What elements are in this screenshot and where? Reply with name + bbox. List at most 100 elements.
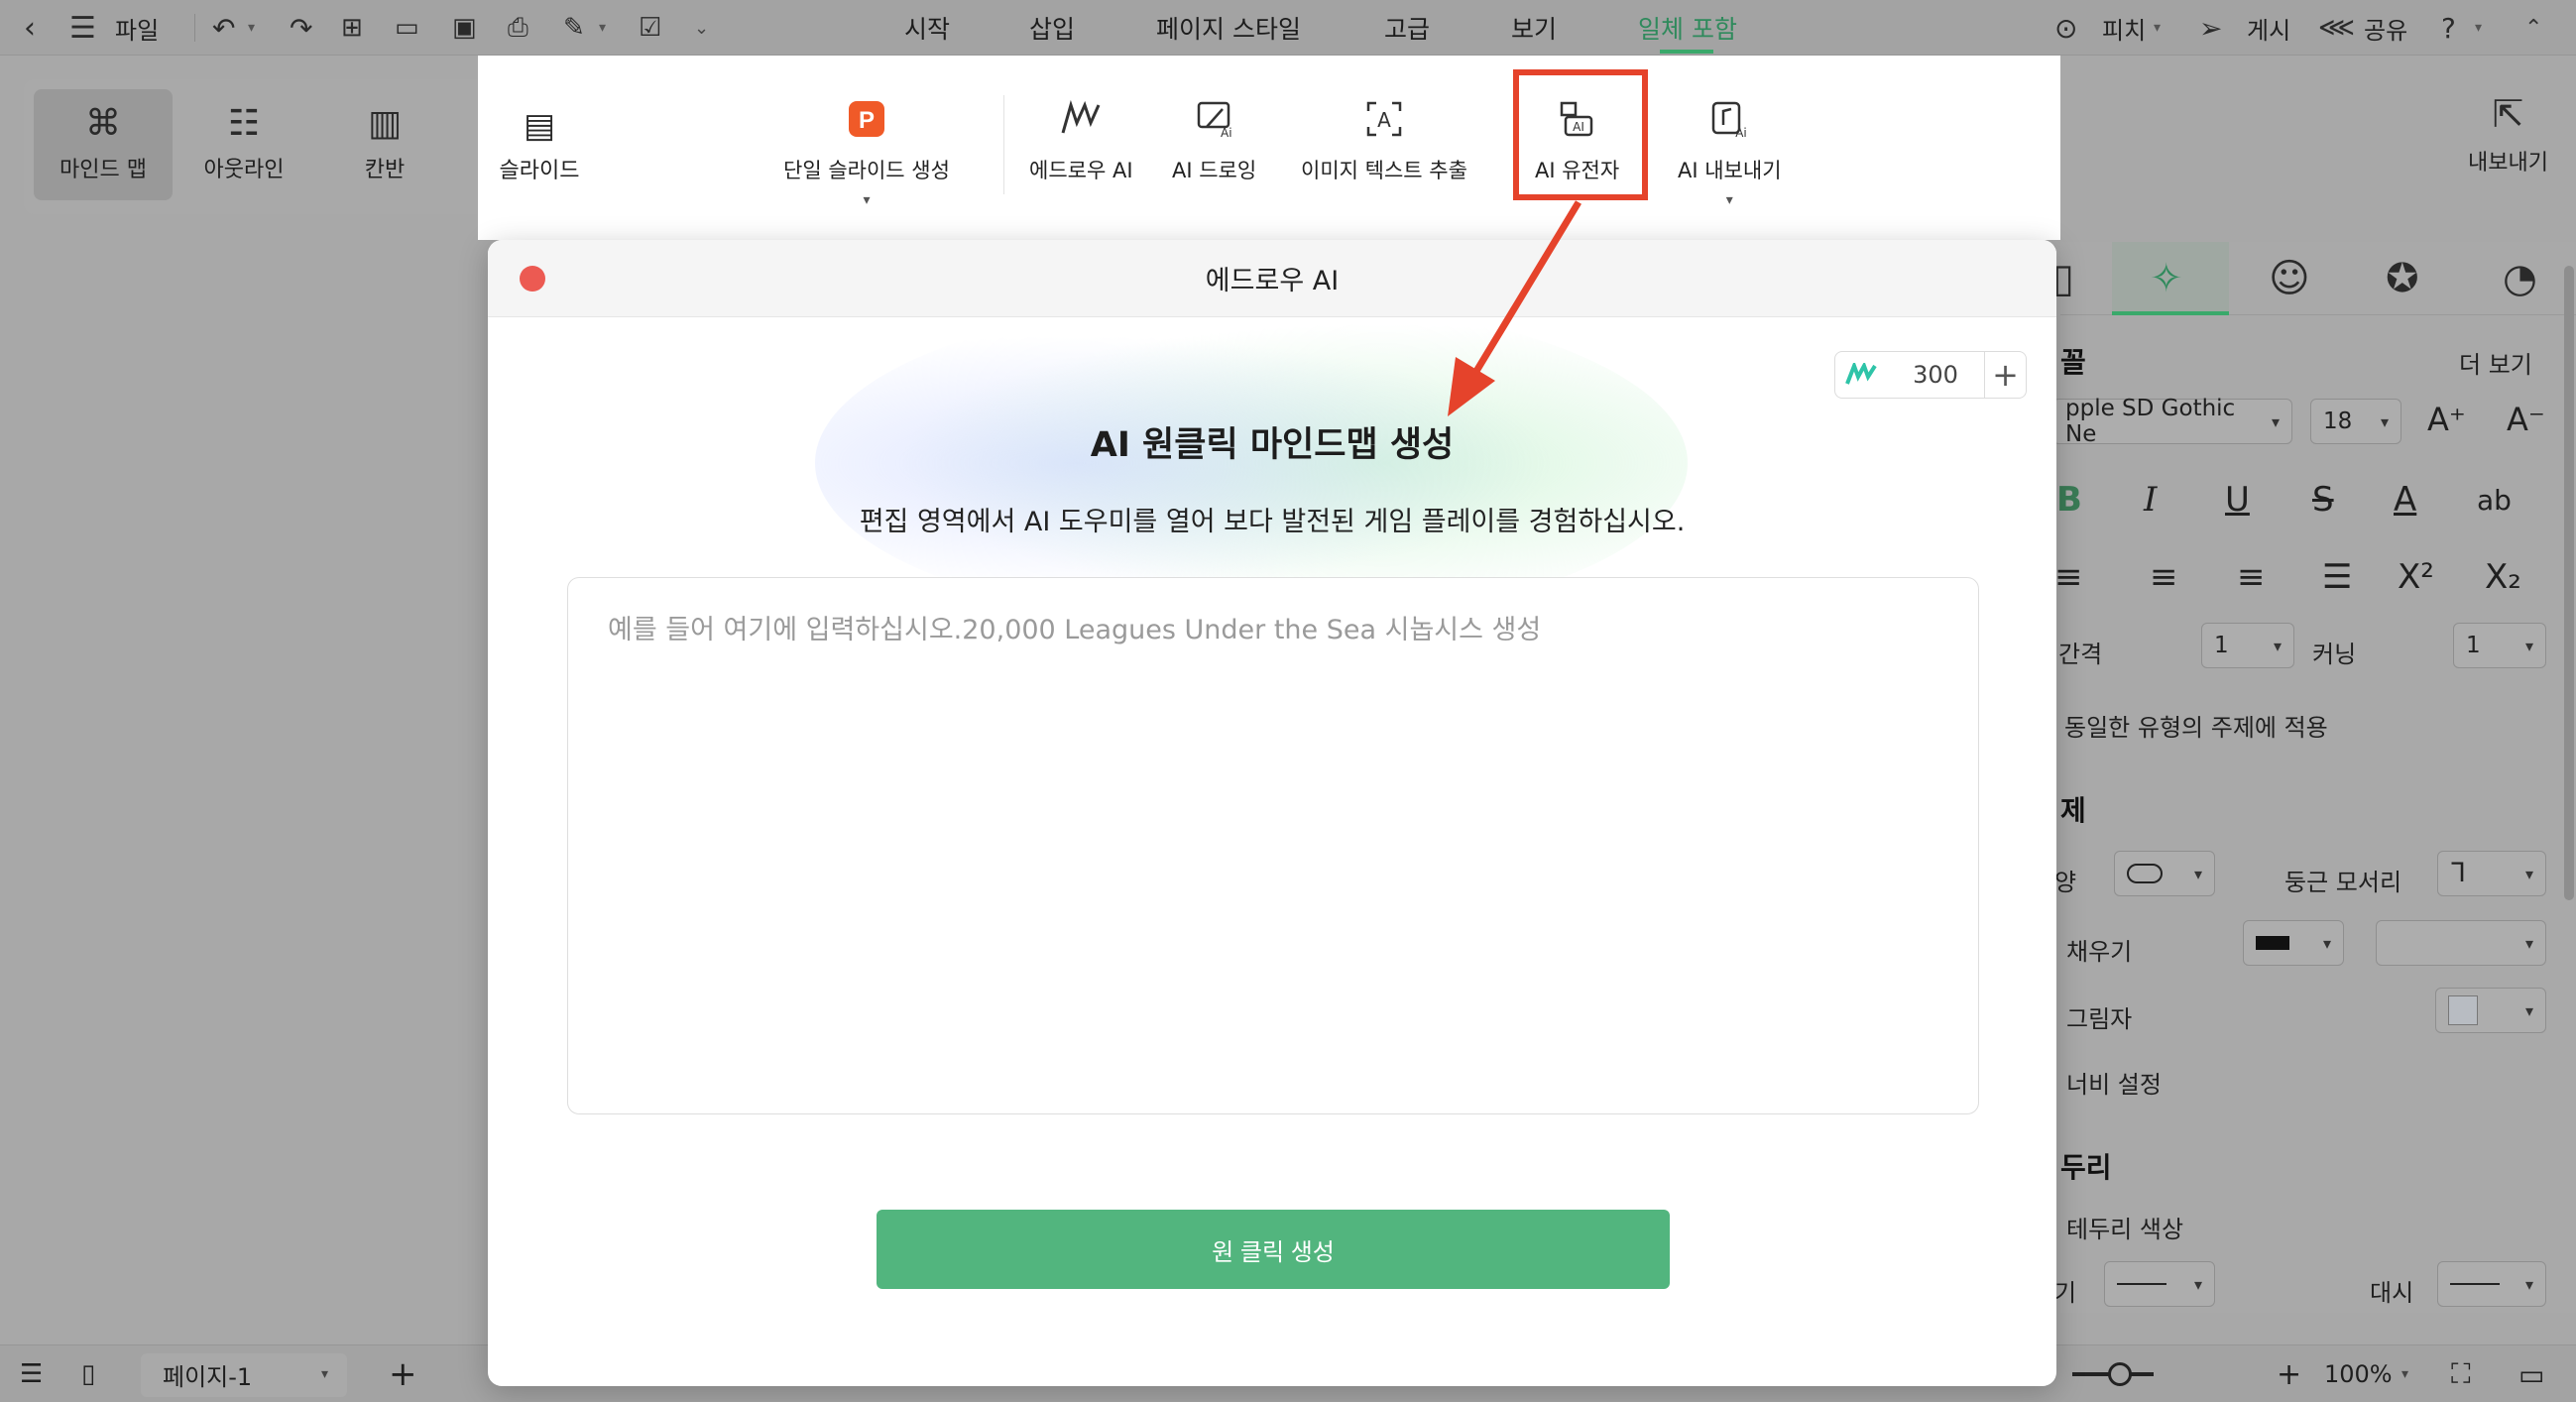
theme-icon[interactable]: ✪ bbox=[2386, 256, 2419, 301]
text-extract-label: 이미지 텍스트 추출 bbox=[1301, 159, 1467, 182]
caret-down-icon: ▾ bbox=[1725, 192, 1733, 208]
pitch-dropdown-icon[interactable]: ▾ bbox=[2154, 0, 2161, 56]
history-icon[interactable]: ◔ bbox=[2503, 256, 2537, 301]
font-family-value: pple SD Gothic Ne bbox=[2065, 396, 2236, 447]
underline-icon[interactable]: U bbox=[2225, 480, 2250, 520]
italic-icon[interactable]: I bbox=[2144, 480, 2157, 520]
ai-drawing-button[interactable]: Ai AI 드로잉 bbox=[1172, 95, 1256, 184]
spacing-select[interactable]: 1 ▾ bbox=[2201, 623, 2294, 668]
menu-view[interactable]: 보기 bbox=[1511, 0, 1557, 56]
menu-ai[interactable]: 일체 포함 bbox=[1638, 0, 1737, 56]
one-click-generate-button[interactable]: 원 클릭 생성 bbox=[877, 1210, 1670, 1289]
ai-export-label: AI 내보내기 bbox=[1678, 159, 1782, 182]
menu-advanced[interactable]: 고급 bbox=[1384, 0, 1430, 56]
publish-button[interactable]: 게시 bbox=[2247, 0, 2290, 56]
export-button[interactable]: ⇱ 내보내기 bbox=[2468, 95, 2548, 176]
add-credits-button[interactable]: + bbox=[1984, 352, 2026, 398]
undo-dropdown-icon[interactable]: ▾ bbox=[248, 0, 255, 56]
save-icon[interactable]: ▣ bbox=[452, 0, 477, 56]
font-shrink-icon[interactable]: A⁻ bbox=[2507, 401, 2545, 438]
undo-icon[interactable]: ↶ bbox=[212, 0, 235, 56]
export-dropdown-icon[interactable]: ▾ bbox=[599, 0, 606, 56]
font-color-icon[interactable]: A bbox=[2394, 480, 2416, 520]
add-page-icon[interactable]: + bbox=[389, 1345, 417, 1402]
caret-down-icon: ▾ bbox=[863, 192, 871, 208]
superscript-icon[interactable]: X² bbox=[2398, 557, 2434, 597]
fullscreen-icon[interactable]: ▭ bbox=[2518, 1345, 2544, 1402]
open-folder-icon[interactable]: ▭ bbox=[395, 0, 419, 56]
rounded-rect-icon bbox=[2127, 864, 2163, 883]
justify-icon[interactable]: ☰ bbox=[2322, 557, 2352, 597]
sticker-icon[interactable]: ☺ bbox=[2269, 256, 2310, 301]
thickness-select[interactable]: ▾ bbox=[2104, 1261, 2215, 1307]
file-menu[interactable]: 파일 bbox=[115, 0, 159, 56]
menu-start[interactable]: 시작 bbox=[904, 0, 950, 56]
shape-select[interactable]: ▾ bbox=[2114, 851, 2215, 896]
page-panel-icon[interactable]: ▯ bbox=[81, 1345, 95, 1402]
zoom-dropdown-icon[interactable]: ▾ bbox=[2401, 1345, 2408, 1402]
subscript-icon[interactable]: X₂ bbox=[2485, 557, 2521, 597]
align-right-icon[interactable]: ≡ bbox=[2237, 557, 2266, 597]
pitch-button[interactable]: 피치 bbox=[2102, 0, 2146, 56]
print-icon[interactable]: ⎙ bbox=[508, 0, 528, 56]
more-chevron-icon[interactable]: ⌄ bbox=[694, 0, 709, 56]
menu-page-style[interactable]: 페이지 스타일 bbox=[1156, 0, 1301, 56]
zoom-slider-handle[interactable] bbox=[2108, 1362, 2132, 1386]
shadow-select[interactable]: ▾ bbox=[2435, 988, 2546, 1033]
page-name[interactable]: 페이지-1 bbox=[163, 1345, 252, 1402]
share-button[interactable]: 공유 bbox=[2364, 0, 2407, 56]
dash-select[interactable]: ▾ bbox=[2437, 1261, 2546, 1307]
back-icon[interactable]: ‹ bbox=[24, 0, 36, 56]
page-dropdown-icon[interactable]: ▾ bbox=[321, 1345, 328, 1402]
more-link[interactable]: 더 보기 bbox=[2459, 345, 2532, 380]
share-icon[interactable]: ⋘ bbox=[2318, 0, 2355, 56]
font-family-select[interactable]: pple SD Gothic Ne ▾ bbox=[2052, 396, 2292, 447]
sparkle-icon[interactable]: ✧ bbox=[2150, 256, 2183, 301]
view-kanban-label: 칸반 bbox=[364, 158, 406, 182]
collapse-icon[interactable]: ⌃ bbox=[2524, 0, 2542, 56]
strikethrough-icon[interactable]: S bbox=[2312, 480, 2334, 520]
redo-icon[interactable]: ↷ bbox=[290, 0, 312, 56]
menu-insert[interactable]: 삽입 bbox=[1029, 0, 1075, 56]
font-size-select[interactable]: 18 ▾ bbox=[2310, 399, 2401, 444]
view-slide-button[interactable]: ▤ 슬라이드 bbox=[478, 79, 601, 214]
slide-app-icon: P bbox=[843, 95, 890, 143]
view-mindmap-button[interactable]: ⌘ 마인드 맵 bbox=[34, 89, 173, 200]
ai-drawing-icon: Ai bbox=[1191, 95, 1238, 143]
view-outline-button[interactable]: ☷ 아웃라인 bbox=[175, 89, 313, 200]
highlight-icon[interactable]: ab bbox=[2477, 484, 2512, 517]
kerning-select[interactable]: 1 ▾ bbox=[2453, 623, 2546, 668]
prompt-input[interactable] bbox=[567, 577, 1979, 1114]
image-text-extract-button[interactable]: A 이미지 텍스트 추출 bbox=[1301, 95, 1467, 184]
close-button[interactable] bbox=[520, 266, 545, 292]
fill-color-select[interactable]: ▾ bbox=[2243, 920, 2344, 966]
zoom-in-icon[interactable]: + bbox=[2277, 1345, 2301, 1402]
bold-icon[interactable]: B bbox=[2056, 480, 2082, 520]
help-dropdown-icon[interactable]: ▾ bbox=[2475, 0, 2482, 56]
panel-scrollbar[interactable] bbox=[2564, 266, 2574, 900]
spacing-value: 1 bbox=[2214, 633, 2229, 658]
ai-export-button[interactable]: Ai AI 내보내기 ▾ bbox=[1678, 95, 1782, 208]
fit-screen-icon[interactable]: ⛶ bbox=[2451, 1345, 2471, 1402]
top-toolbar: ‹ ☰ 파일 ↶ ▾ ↷ ⊞ ▭ ▣ ⎙ ✎ ▾ ☑ ⌄ 시작 삽입 페이지 스… bbox=[0, 0, 2576, 56]
align-center-icon[interactable]: ≡ bbox=[2150, 557, 2178, 597]
pitch-play-icon[interactable]: ⊙ bbox=[2054, 0, 2077, 56]
check-icon[interactable]: ☑ bbox=[639, 0, 661, 56]
new-file-icon[interactable]: ⊞ bbox=[341, 0, 363, 56]
help-icon[interactable]: ? bbox=[2441, 0, 2456, 56]
zoom-level[interactable]: 100% bbox=[2324, 1345, 2393, 1402]
single-slide-generate-button[interactable]: P 단일 슬라이드 생성 ▾ bbox=[783, 95, 950, 208]
outline-view-icon[interactable]: ☰ bbox=[20, 1345, 43, 1402]
edraw-ai-button[interactable]: 에드로우 AI bbox=[1029, 95, 1133, 184]
ai-export-icon: Ai bbox=[1705, 95, 1753, 143]
publish-icon[interactable]: ➢ bbox=[2199, 0, 2222, 56]
align-left-icon[interactable]: ≡ bbox=[2054, 557, 2083, 597]
menu-icon[interactable]: ☰ bbox=[69, 0, 96, 56]
font-grow-icon[interactable]: A⁺ bbox=[2427, 401, 2466, 438]
apply-same-type-checkbox[interactable]: 동일한 유형의 주제에 적용 bbox=[2064, 708, 2328, 743]
rounded-corner-select[interactable]: ᒣ ▾ bbox=[2437, 851, 2546, 896]
width-setting-label[interactable]: 너비 설정 bbox=[2066, 1065, 2162, 1100]
export-file-icon[interactable]: ✎ bbox=[563, 0, 585, 56]
fill-gradient-select[interactable]: ▾ bbox=[2376, 920, 2546, 966]
view-kanban-button[interactable]: ▥ 칸반 bbox=[315, 89, 454, 200]
